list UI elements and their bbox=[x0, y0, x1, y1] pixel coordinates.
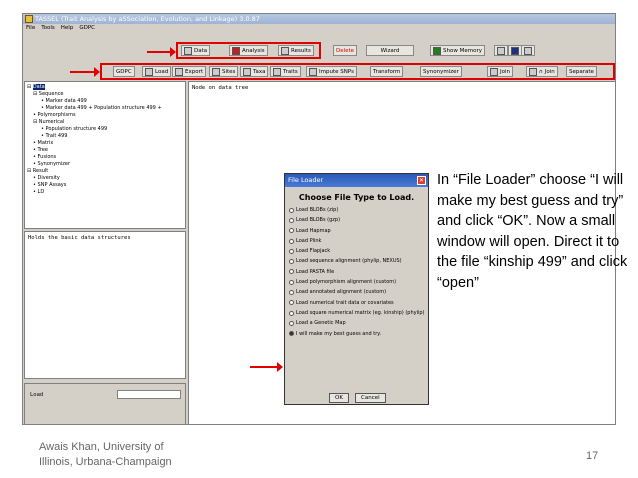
help-button[interactable] bbox=[521, 45, 535, 56]
show-memory-button[interactable]: Show Memory bbox=[430, 45, 485, 56]
radio-icon bbox=[289, 238, 294, 244]
tree-leaf-matrix[interactable]: • Matrix bbox=[27, 140, 183, 147]
option-blobs-gzp[interactable]: Load BLOBs (gzp) bbox=[285, 215, 428, 225]
radio-icon bbox=[289, 331, 294, 337]
print-icon bbox=[497, 46, 505, 55]
close-icon[interactable]: ✕ bbox=[417, 176, 426, 185]
tree-leaf-snp-assays[interactable]: • SNP Assays bbox=[27, 182, 183, 189]
option-square-matrix[interactable]: Load square numerical matrix (eg. kinshi… bbox=[285, 308, 428, 318]
radio-icon bbox=[289, 269, 294, 275]
toolbar-highlight-1 bbox=[176, 42, 321, 59]
memory-icon bbox=[433, 46, 441, 55]
dialog-heading: Choose File Type to Load. bbox=[298, 193, 415, 202]
save-icon bbox=[511, 46, 519, 55]
title-bar: TASSEL (Trait Analysis by aSSociation, E… bbox=[23, 14, 615, 24]
radio-icon bbox=[289, 310, 294, 316]
option-polymorphism[interactable]: Load polymorphism alignment (custom) bbox=[285, 277, 428, 287]
window-title: TASSEL (Trait Analysis by aSSociation, E… bbox=[35, 15, 260, 23]
tree-node-result[interactable]: ⊟ Result bbox=[27, 168, 183, 175]
tree-leaf-polymorphisms[interactable]: • Polymorphisms bbox=[27, 112, 183, 119]
description-panel: Holds the basic data structures bbox=[24, 231, 186, 379]
option-annotated[interactable]: Load annotated alignment (custom) bbox=[285, 287, 428, 297]
tree-leaf-marker-pop[interactable]: • Marker data 499 + Population structure… bbox=[27, 105, 183, 112]
ok-button[interactable]: OK bbox=[329, 393, 349, 403]
tree-leaf-marker-data[interactable]: • Marker data 499 bbox=[27, 98, 183, 105]
tree-leaf-synonymizer[interactable]: • Synonymizer bbox=[27, 161, 183, 168]
option-pasta[interactable]: Load PASTA file bbox=[285, 267, 428, 277]
option-genetic-map[interactable]: Load a Genetic Map bbox=[285, 318, 428, 328]
menu-help[interactable]: Help bbox=[61, 24, 74, 33]
arrow-toolbar-2 bbox=[70, 67, 100, 77]
wizard-button[interactable]: Wizard bbox=[366, 45, 414, 56]
radio-icon bbox=[289, 290, 294, 296]
option-flapjack[interactable]: Load Flapjack bbox=[285, 246, 428, 256]
save-button[interactable] bbox=[508, 45, 522, 56]
menu-bar: File Tools Help GDPC bbox=[23, 24, 615, 33]
radio-icon bbox=[289, 207, 294, 213]
option-sequence-alignment[interactable]: Load sequence alignment (phylip, NEXUS) bbox=[285, 256, 428, 266]
delete-button[interactable]: Delete bbox=[333, 45, 358, 56]
option-blobs-zip[interactable]: Load BLOBs (zip) bbox=[285, 205, 428, 215]
progress-bar bbox=[117, 390, 181, 399]
page-number: 17 bbox=[586, 450, 599, 462]
option-hapmap[interactable]: Load Hapmap bbox=[285, 226, 428, 236]
radio-icon bbox=[289, 248, 294, 254]
radio-icon bbox=[289, 300, 294, 306]
option-plink[interactable]: Load Plink bbox=[285, 236, 428, 246]
menu-tools[interactable]: Tools bbox=[41, 24, 55, 33]
menu-file[interactable]: File bbox=[26, 24, 35, 33]
radio-icon bbox=[289, 228, 294, 234]
option-numerical-trait[interactable]: Load numerical trait data or covariates bbox=[285, 298, 428, 308]
data-tree: ⊟ Data ⊟ Sequence • Marker data 499 • Ma… bbox=[24, 81, 186, 229]
option-best-guess[interactable]: I will make my best guess and try. bbox=[285, 329, 428, 339]
file-loader-dialog: File Loader ✕ Choose File Type to Load. L… bbox=[284, 173, 429, 405]
toolbar-highlight-2 bbox=[100, 63, 615, 80]
tree-node-numerical[interactable]: ⊟ Numerical bbox=[27, 119, 183, 126]
app-icon bbox=[25, 15, 33, 23]
arrow-best-guess bbox=[250, 362, 283, 372]
radio-icon bbox=[289, 320, 294, 326]
radio-icon bbox=[289, 279, 294, 285]
tree-leaf-ld[interactable]: • LD bbox=[27, 189, 183, 196]
print-button[interactable] bbox=[494, 45, 508, 56]
status-panel: Load bbox=[24, 383, 186, 425]
tree-node-sequence[interactable]: ⊟ Sequence bbox=[27, 91, 183, 98]
tree-leaf-diversity[interactable]: • Diversity bbox=[27, 175, 183, 182]
cancel-button[interactable]: Cancel bbox=[355, 393, 386, 403]
help-icon bbox=[524, 46, 532, 55]
file-type-options: Load BLOBs (zip) Load BLOBs (gzp) Load H… bbox=[285, 205, 428, 339]
tree-leaf-tree[interactable]: • Tree bbox=[27, 147, 183, 154]
tree-leaf-population-structure[interactable]: • Population structure 499 bbox=[27, 126, 183, 133]
tree-node-data[interactable]: ⊟ Data bbox=[27, 84, 183, 91]
arrow-toolbar-1 bbox=[147, 47, 176, 57]
tree-leaf-fusions[interactable]: • Fusions bbox=[27, 154, 183, 161]
radio-icon bbox=[289, 217, 294, 223]
instruction-caption: In “File Loader” choose “I will make my … bbox=[437, 172, 628, 291]
footer: Awais Khan, University of Illinois, Urba… bbox=[39, 441, 172, 468]
radio-icon bbox=[289, 259, 294, 265]
tree-leaf-trait[interactable]: • Trait 499 bbox=[27, 133, 183, 140]
dialog-title-bar: File Loader ✕ bbox=[285, 174, 428, 187]
menu-gdpc[interactable]: GDPC bbox=[79, 24, 95, 33]
